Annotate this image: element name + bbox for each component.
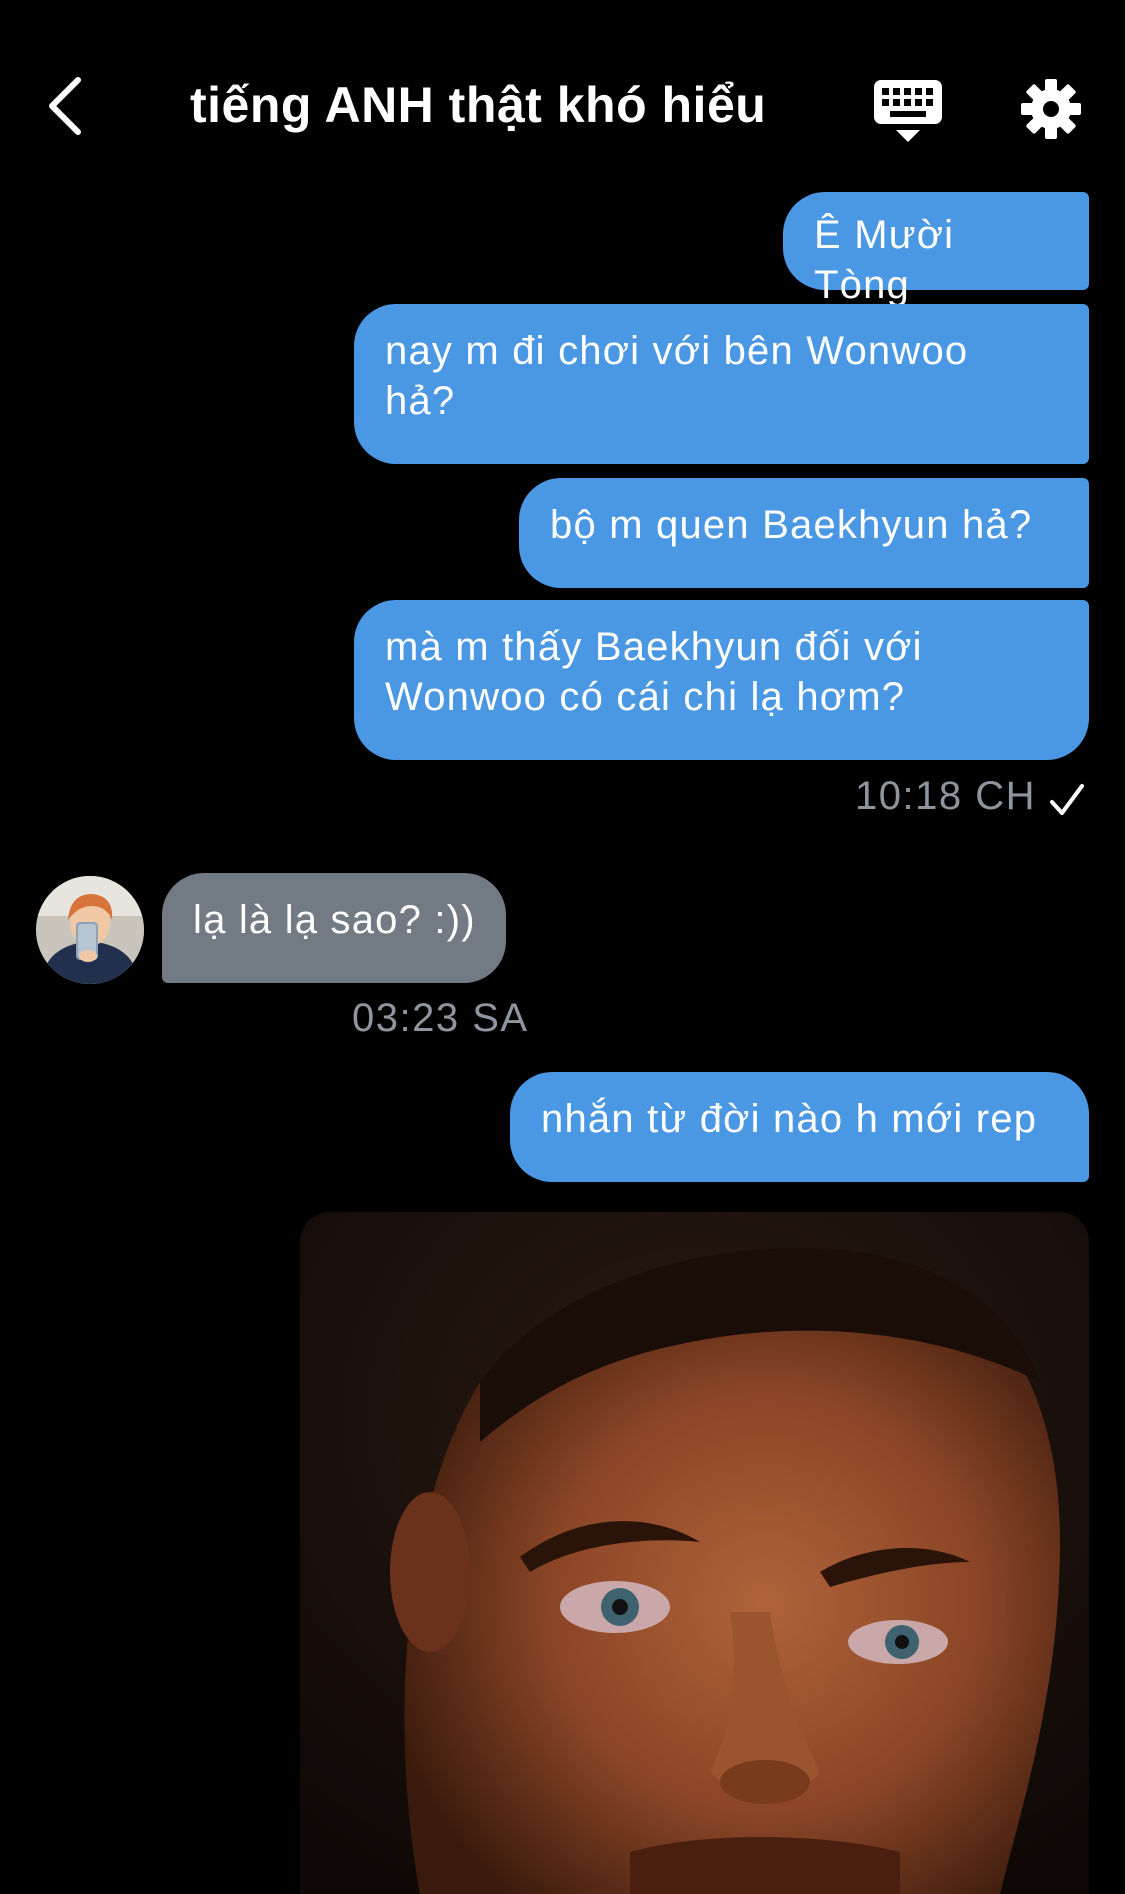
message-timestamp: 10:18 CH (855, 774, 1036, 818)
back-button[interactable] (38, 70, 98, 140)
chat-header: tiếng ANH thật khó hiểu (0, 0, 1125, 190)
keyboard-icon (874, 80, 942, 142)
message-bubble-outgoing[interactable]: nay m đi chơi với bên Wonwoo hả? (354, 304, 1089, 464)
keyboard-button[interactable] (872, 78, 944, 144)
meme-face-photo (300, 1212, 1089, 1894)
message-image[interactable] (300, 1212, 1089, 1894)
chat-title: tiếng ANH thật khó hiểu (190, 77, 767, 133)
contact-avatar[interactable] (36, 876, 144, 984)
avatar-image (36, 876, 144, 984)
message-bubble-outgoing[interactable]: Ê Mười Tòng (783, 192, 1089, 307)
checkmark-icon (1050, 784, 1084, 815)
gear-icon (1021, 79, 1081, 139)
chevron-left-icon (49, 77, 81, 135)
message-bubble-outgoing[interactable]: nhắn từ đời nào h mới rep (510, 1072, 1089, 1182)
message-timestamp: 03:23 SA (352, 996, 529, 1040)
message-bubble-outgoing[interactable]: bộ m quen Baekhyun hả? (519, 478, 1089, 588)
settings-button[interactable] (1020, 78, 1082, 140)
message-bubble-incoming[interactable]: lạ là lạ sao? :)) (162, 873, 506, 983)
message-bubble-outgoing[interactable]: mà m thấy Baekhyun đối với Wonwoo có cái… (354, 600, 1089, 760)
